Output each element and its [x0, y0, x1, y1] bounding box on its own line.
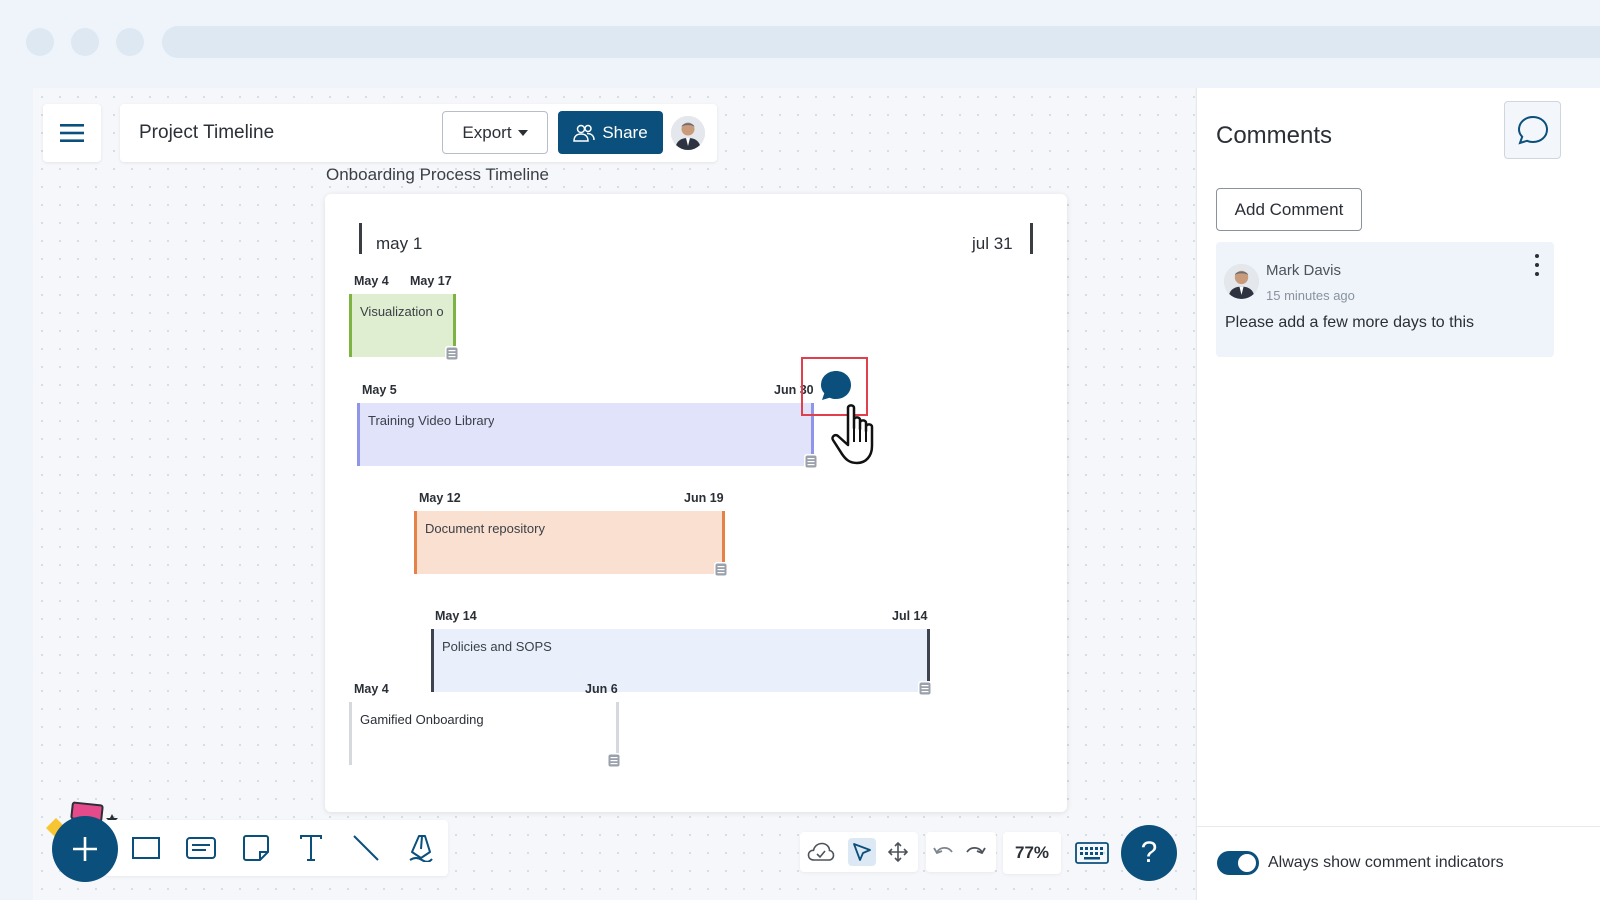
hand-pointer-icon [831, 404, 874, 465]
address-bar[interactable] [162, 26, 1600, 58]
comment-bubble-icon[interactable] [820, 370, 852, 402]
user-avatar[interactable] [671, 116, 705, 150]
timeline-task-bar[interactable]: Policies and SOPS [431, 629, 930, 692]
comments-panel: Comments Add Comment Mark Davis 15 minut… [1196, 88, 1600, 900]
drawing-toolbar [104, 820, 448, 876]
notes-icon[interactable] [918, 681, 932, 696]
task-name: Document repository [425, 521, 545, 536]
comment-author: Mark Davis [1266, 262, 1342, 279]
notes-icon[interactable] [607, 753, 621, 768]
comments-panel-title: Comments [1216, 122, 1333, 149]
canvas-tools-group [800, 832, 918, 872]
more-dot [1535, 272, 1539, 276]
cloud-check-icon [807, 842, 835, 861]
comment-text: Please add a few more days to this [1225, 314, 1475, 331]
comment-card[interactable]: Mark Davis 15 minutes ago Please add a f… [1216, 242, 1554, 357]
line-tool[interactable] [351, 833, 381, 863]
undo-icon [933, 846, 953, 855]
pan-tool[interactable] [884, 838, 912, 866]
task-name: Gamified Onboarding [360, 712, 484, 727]
share-label: Share [602, 122, 648, 142]
comments-panel-toggle[interactable] [1504, 101, 1561, 159]
timeline-task-bar[interactable]: Visualization o [349, 294, 456, 357]
task-start-date: May 14 [435, 609, 477, 623]
timeline-task-bar[interactable]: Training Video Library [357, 403, 814, 466]
timeline-task-bar[interactable]: Gamified Onboarding [349, 702, 619, 765]
range-start-label: may 1 [376, 234, 423, 253]
range-end-label: jul 31 [972, 234, 1013, 253]
task-name: Training Video Library [368, 413, 495, 428]
undo-button[interactable] [929, 838, 957, 866]
keyboard-shortcuts-button[interactable] [1072, 836, 1112, 870]
timeline-task-bar[interactable]: Document repository [414, 511, 725, 574]
export-button[interactable]: Export [442, 111, 548, 154]
task-start-date: May 4 [354, 274, 389, 288]
task-start-date: May 5 [362, 383, 397, 397]
user-photo-icon [671, 116, 705, 150]
comment-more-menu[interactable] [1530, 254, 1544, 276]
comments-panel-footer: Always show comment indicators [1197, 826, 1600, 900]
users-icon [573, 124, 596, 142]
rectangle-icon [132, 837, 160, 859]
text-icon [300, 835, 322, 861]
task-end-date: May 17 [410, 274, 452, 288]
range-start-marker [359, 223, 362, 254]
main-menu-button[interactable] [43, 104, 101, 162]
more-dot [1535, 254, 1539, 258]
zoom-level[interactable]: 77% [1003, 832, 1061, 874]
sticky-note-icon [243, 835, 269, 861]
redo-icon [966, 846, 986, 855]
show-indicators-toggle[interactable] [1217, 851, 1259, 875]
more-dot [1535, 263, 1539, 267]
add-shape-button[interactable] [52, 816, 118, 882]
move-arrows-icon [888, 842, 908, 862]
document-title[interactable]: Project Timeline [139, 122, 274, 144]
caret-down-icon [517, 129, 528, 136]
range-end-marker [1030, 223, 1033, 254]
pen-icon [409, 835, 433, 862]
add-comment-button[interactable]: Add Comment [1216, 188, 1362, 231]
line-icon [353, 835, 379, 861]
document-header: Project Timeline Export Share [120, 104, 717, 162]
keyboard-icon [1075, 842, 1109, 864]
help-button[interactable]: ? [1121, 825, 1177, 881]
task-end-date: Jun 6 [585, 682, 618, 696]
cursor-icon [853, 843, 871, 861]
task-end-date: Jul 14 [892, 609, 928, 623]
plus-icon [73, 837, 97, 861]
commenter-avatar [1224, 264, 1259, 299]
window-maximize-dot[interactable] [116, 28, 144, 56]
comment-timestamp: 15 minutes ago [1266, 288, 1355, 303]
task-start-date: May 12 [419, 491, 461, 505]
task-name: Visualization o [360, 304, 444, 319]
comment-outline-icon [1517, 115, 1548, 145]
cloud-sync-button[interactable] [807, 838, 835, 866]
notes-icon[interactable] [804, 454, 818, 469]
redo-button[interactable] [962, 838, 990, 866]
text-tool[interactable] [296, 833, 326, 863]
timeline-title: Onboarding Process Timeline [326, 165, 550, 184]
task-start-date: May 4 [354, 682, 389, 696]
task-end-date: Jun 19 [684, 491, 724, 505]
select-tool[interactable] [848, 838, 876, 866]
task-name: Policies and SOPS [442, 639, 552, 654]
share-button[interactable]: Share [558, 111, 663, 154]
pen-tool[interactable] [406, 833, 436, 863]
window-close-dot[interactable] [26, 28, 54, 56]
user-photo-icon [1224, 264, 1259, 299]
browser-chrome [0, 0, 1600, 88]
rectangle-tool[interactable] [131, 833, 161, 863]
sticky-note-tool[interactable] [241, 833, 271, 863]
notes-icon[interactable] [714, 562, 728, 577]
notes-icon[interactable] [445, 346, 459, 361]
hamburger-icon [60, 124, 84, 142]
card-icon [186, 837, 216, 859]
card-tool[interactable] [186, 833, 216, 863]
history-group [926, 832, 996, 872]
window-minimize-dot[interactable] [71, 28, 99, 56]
show-indicators-label: Always show comment indicators [1268, 854, 1504, 871]
export-label: Export [462, 122, 512, 142]
